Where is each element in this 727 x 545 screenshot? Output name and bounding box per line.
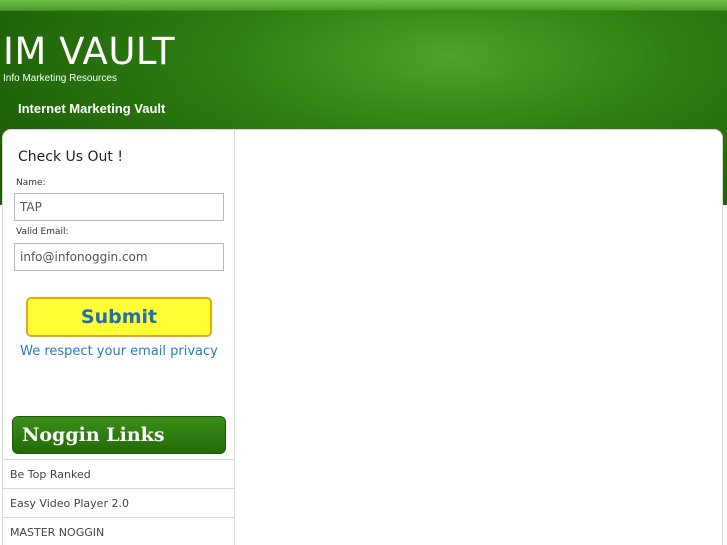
content-box: Check Us Out ! Name: Valid Email: Submit… <box>2 129 723 545</box>
header-top-bar <box>0 0 727 11</box>
link-item-easy-video-player[interactable]: Easy Video Player 2.0 <box>3 488 234 517</box>
links-section-title: Noggin Links <box>22 424 165 446</box>
signup-title: Check Us Out ! <box>18 149 123 165</box>
links-section-header: Noggin Links <box>12 416 226 454</box>
email-field[interactable] <box>14 243 224 271</box>
links-list: Be Top Ranked Easy Video Player 2.0 MAST… <box>3 459 234 545</box>
privacy-note-link[interactable]: We respect your email privacy <box>3 344 235 360</box>
sidebar: Check Us Out ! Name: Valid Email: Submit… <box>3 130 235 545</box>
link-item-be-top-ranked[interactable]: Be Top Ranked <box>3 459 234 488</box>
name-field[interactable] <box>14 193 224 221</box>
site-tagline: Info Marketing Resources <box>3 73 117 84</box>
site-title[interactable]: IM VAULT <box>3 32 175 72</box>
email-label: Valid Email: <box>16 227 69 237</box>
submit-button[interactable]: Submit <box>26 297 212 337</box>
nav-link-internet-marketing-vault[interactable]: Internet Marketing Vault <box>18 101 165 117</box>
name-label: Name: <box>16 178 46 188</box>
link-item-master-noggin[interactable]: MASTER NOGGIN <box>3 517 234 545</box>
